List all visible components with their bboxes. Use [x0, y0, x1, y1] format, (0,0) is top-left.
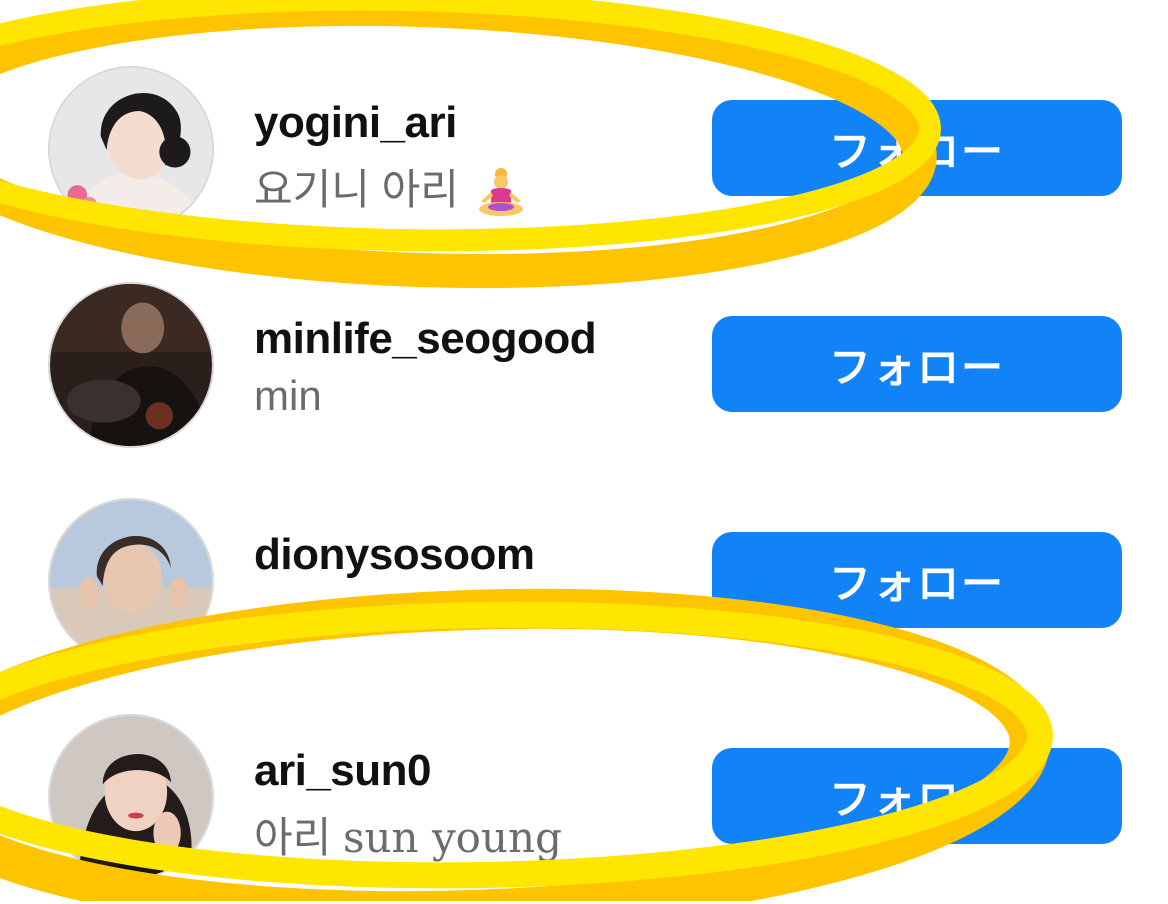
username[interactable]: yogini_ari — [254, 98, 457, 148]
avatar-photo — [50, 500, 212, 662]
follow-button[interactable]: フォロー — [712, 748, 1122, 844]
avatar[interactable] — [48, 282, 214, 448]
avatar[interactable] — [48, 498, 214, 664]
username[interactable]: minlife_seogood — [254, 314, 597, 364]
display-name: 요기니 아리 — [254, 156, 529, 221]
suggested-accounts-list: yogini_ari 요기니 아리 フォロー minlife_seogood m… — [0, 0, 1168, 901]
username[interactable]: ari_sun0 — [254, 746, 431, 796]
display-name-text: 요기니 아리 — [254, 166, 459, 213]
list-item: ari_sun0 아리 sun young フォロー — [0, 688, 1168, 904]
list-item: yogini_ari 요기니 아리 フォロー — [0, 40, 1168, 256]
follow-button[interactable]: フォロー — [712, 316, 1122, 412]
display-name-latin: sun young — [342, 813, 562, 862]
avatar[interactable] — [48, 714, 214, 880]
avatar-photo — [50, 284, 212, 446]
avatar[interactable] — [48, 66, 214, 232]
display-name: min — [254, 372, 322, 419]
person-in-lotus-position-emoji-icon — [478, 167, 523, 216]
list-item: dionysosoom フォロー — [0, 472, 1168, 688]
display-name: 아리 sun young — [254, 804, 562, 865]
username[interactable]: dionysosoom — [254, 530, 535, 580]
avatar-photo — [50, 716, 212, 878]
follow-button[interactable]: フォロー — [712, 532, 1122, 628]
follow-button[interactable]: フォロー — [712, 100, 1122, 196]
avatar-photo — [50, 68, 212, 230]
list-item: minlife_seogood min フォロー — [0, 256, 1168, 472]
display-name-korean: 아리 — [254, 814, 332, 861]
